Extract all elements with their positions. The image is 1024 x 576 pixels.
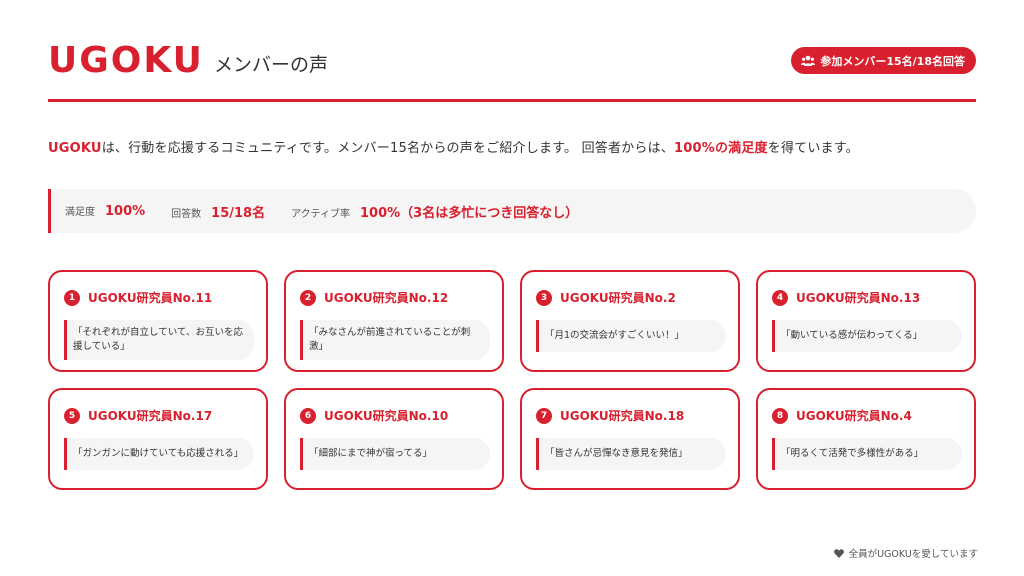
footer-note: 全員がUGOKUを愛しています	[833, 546, 978, 560]
card-quote: 「動いている感が伝わってくる」	[772, 320, 962, 352]
logo: UGOKU	[48, 40, 204, 81]
card-header: 6 UGOKU研究員No.10	[300, 407, 448, 424]
card-header: 7 UGOKU研究員No.18	[536, 407, 684, 424]
card-title: UGOKU研究員No.13	[796, 291, 921, 305]
voice-card[interactable]: 6 UGOKU研究員No.10 「細部にまで神が宿ってる」	[284, 388, 504, 490]
stat-value: 100%（3名は多忙につき回答なし）	[360, 205, 579, 221]
card-header: 2 UGOKU研究員No.12	[300, 289, 448, 306]
users-icon	[801, 55, 816, 66]
stat-satisfaction: 満足度 100%	[65, 203, 145, 219]
stat-active-rate: アクティブ率 100%（3名は多忙につき回答なし）	[291, 202, 578, 221]
card-number-badge: 8	[772, 407, 788, 424]
intro-brand: UGOKU	[48, 141, 102, 156]
card-header: 8 UGOKU研究員No.4	[772, 407, 912, 424]
card-title: UGOKU研究員No.4	[796, 409, 912, 423]
stat-value: 15/18名	[211, 205, 266, 221]
card-quote: 「みなさんが前進されていることが刺激」	[300, 320, 490, 360]
card-number-badge: 6	[300, 407, 316, 424]
member-voice-grid: 1 UGOKU研究員No.11 「それぞれが自立していて、お互いを応援している」…	[48, 270, 976, 490]
card-header: 3 UGOKU研究員No.2	[536, 289, 676, 306]
card-title: UGOKU研究員No.18	[560, 409, 685, 423]
participants-badge[interactable]: 参加メンバー15名/18名回答	[791, 47, 976, 74]
card-number-badge: 3	[536, 289, 552, 306]
stats-bar: 満足度 100% 回答数 15/18名 アクティブ率 100%（3名は多忙につき…	[48, 189, 976, 233]
card-quote: 「皆さんが忌憚なき意見を発信」	[536, 438, 726, 470]
card-title: UGOKU研究員No.10	[324, 409, 449, 423]
stat-responses: 回答数 15/18名	[171, 202, 265, 221]
card-title: UGOKU研究員No.17	[88, 409, 213, 423]
card-quote: 「月1の交流会がすごくいい！」	[536, 320, 726, 352]
voice-card[interactable]: 4 UGOKU研究員No.13 「動いている感が伝わってくる」	[756, 270, 976, 372]
card-header: 1 UGOKU研究員No.11	[64, 289, 212, 306]
voice-card[interactable]: 5 UGOKU研究員No.17 「ガンガンに動けていても応援される」	[48, 388, 268, 490]
voice-card[interactable]: 2 UGOKU研究員No.12 「みなさんが前進されていることが刺激」	[284, 270, 504, 372]
card-number-badge: 4	[772, 289, 788, 306]
card-number-badge: 1	[64, 289, 80, 306]
card-quote: 「細部にまで神が宿ってる」	[300, 438, 490, 470]
stat-value: 100%	[105, 204, 146, 219]
voice-card[interactable]: 3 UGOKU研究員No.2 「月1の交流会がすごくいい！」	[520, 270, 740, 372]
card-title: UGOKU研究員No.11	[88, 291, 213, 305]
stat-label: 満足度	[65, 207, 95, 218]
card-quote: 「明るくて活発で多様性がある」	[772, 438, 962, 470]
card-number-badge: 2	[300, 289, 316, 306]
card-title: UGOKU研究員No.12	[324, 291, 449, 305]
intro-text: UGOKUは、行動を応援するコミュニティです。メンバー15名からの声をご紹介しま…	[48, 137, 859, 156]
badge-label: 参加メンバー15名/18名回答	[820, 54, 965, 68]
voice-card[interactable]: 1 UGOKU研究員No.11 「それぞれが自立していて、お互いを応援している」	[48, 270, 268, 372]
card-number-badge: 5	[64, 407, 80, 424]
page-title: メンバーの声	[214, 54, 329, 76]
voice-card[interactable]: 7 UGOKU研究員No.18 「皆さんが忌憚なき意見を発信」	[520, 388, 740, 490]
card-header: 4 UGOKU研究員No.13	[772, 289, 920, 306]
heart-icon	[833, 548, 844, 558]
card-quote: 「それぞれが自立していて、お互いを応援している」	[64, 320, 254, 360]
voice-card[interactable]: 8 UGOKU研究員No.4 「明るくて活発で多様性がある」	[756, 388, 976, 490]
footer-text: 全員がUGOKUを愛しています	[848, 549, 978, 560]
card-title: UGOKU研究員No.2	[560, 291, 676, 305]
intro-text-after: を得ています。	[767, 141, 859, 156]
card-header: 5 UGOKU研究員No.17	[64, 407, 212, 424]
card-quote: 「ガンガンに動けていても応援される」	[64, 438, 254, 470]
intro-text-before: は、行動を応援するコミュニティです。メンバー15名からの声をご紹介します。 回答…	[101, 141, 674, 156]
stat-label: 回答数	[171, 208, 202, 220]
intro-highlight: 100%の満足度	[673, 141, 768, 156]
card-number-badge: 7	[536, 407, 552, 424]
stat-label: アクティブ率	[291, 208, 351, 220]
page-header: UGOKU メンバーの声 参加メンバー15名/18名回答	[48, 40, 976, 102]
